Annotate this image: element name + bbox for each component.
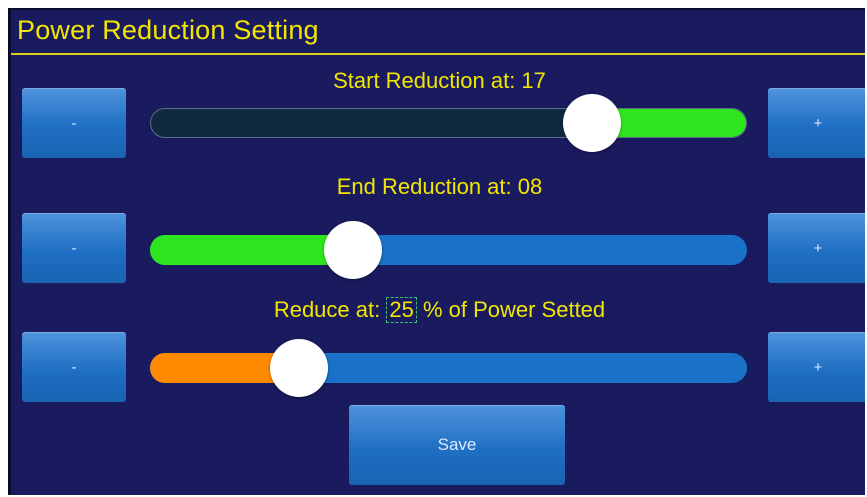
reduce-percent-value[interactable]: 25	[386, 297, 417, 323]
end-reduction-label: End Reduction at: 08	[336, 174, 543, 199]
reduce-at-label: Reduce at: 25 % of Power Setted	[11, 297, 865, 323]
end-reduction-slider-track[interactable]	[150, 235, 747, 265]
reduce-at-prefix: Reduce at:	[273, 297, 387, 322]
start-increase-button[interactable]: +	[768, 88, 865, 158]
reduce-percent-slider-thumb[interactable]	[270, 339, 329, 397]
reduce-percent-slider-track[interactable]	[150, 353, 747, 383]
end-decrease-button[interactable]: -	[22, 213, 126, 283]
power-reduction-panel: Power Reduction Setting Start Reduction …	[8, 8, 865, 495]
reduce-at-suffix: % of Power Setted	[416, 297, 606, 322]
start-reduction-slider-track[interactable]	[150, 108, 747, 138]
start-decrease-button[interactable]: -	[22, 88, 126, 158]
reduce-decrease-button[interactable]: -	[22, 332, 126, 402]
reduce-increase-button[interactable]: +	[768, 332, 865, 402]
start-reduction-slider-thumb[interactable]	[562, 94, 621, 152]
save-button[interactable]: Save	[349, 405, 565, 485]
title-divider	[11, 53, 865, 55]
end-reduction-slider-fill	[150, 235, 353, 265]
page-title: Power Reduction Setting	[17, 15, 319, 45]
end-reduction-slider-thumb[interactable]	[323, 221, 382, 279]
end-increase-button[interactable]: +	[768, 213, 865, 283]
start-reduction-label: Start Reduction at: 17	[333, 68, 546, 93]
